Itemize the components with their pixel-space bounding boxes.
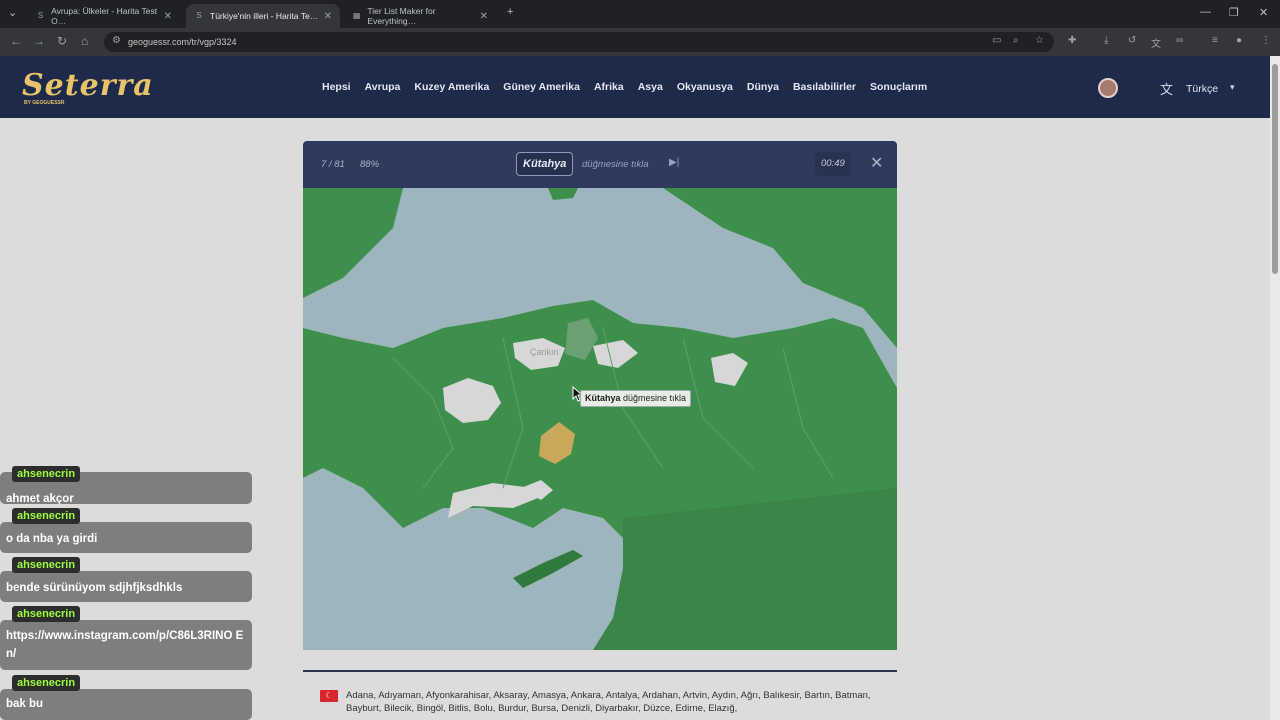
score-percent: 88% — [360, 159, 380, 170]
home-icon[interactable]: ⌂ — [81, 34, 88, 48]
tooltip-text: düğmesine tıkla — [623, 393, 687, 403]
menu-item-okyanusya[interactable]: Okyanusya — [677, 81, 733, 93]
user-avatar[interactable] — [1098, 78, 1118, 98]
seterra-logo[interactable]: Seterra — [22, 68, 154, 103]
chat-text: bende sürünüyom sdjhfjksdhkls — [6, 582, 183, 594]
chat-username: ahsenecrin — [12, 675, 81, 691]
extensions-icon[interactable]: ✚ — [1068, 35, 1076, 46]
tab-tierlist[interactable]: ▦ Tier List Maker for Everything… ✕ — [344, 4, 496, 28]
history-icon[interactable]: ↺ — [1128, 35, 1136, 46]
close-icon[interactable]: ✕ — [164, 11, 172, 22]
back-icon[interactable]: ← — [10, 34, 22, 48]
cast-icon[interactable]: ▭ — [992, 35, 1001, 46]
menu-item-hepsi[interactable]: Hepsi — [322, 81, 351, 93]
seterra-favicon-icon: S — [37, 11, 44, 20]
new-tab-icon[interactable]: + — [507, 6, 513, 18]
menu-item-dunya[interactable]: Dünya — [747, 81, 779, 93]
address-bar[interactable]: geoguessr.com/tr/vgp/3324 — [104, 32, 1054, 52]
chat-message: ahsenecrin ahmet akçor — [0, 466, 252, 505]
close-icon[interactable]: ✕ — [480, 11, 488, 22]
browser-tab-bar: ⌄ S Avrupa: Ülkeler - Harita Test O… ✕ S… — [0, 0, 1280, 28]
chat-text[interactable]: https://www.instagram.com/p/C86L3RINO En… — [6, 627, 248, 663]
target-province-badge: Kütahya — [516, 152, 574, 176]
turkey-map[interactable] — [303, 188, 897, 650]
chat-message: ahsenecrin o da nba ya girdi — [0, 508, 252, 553]
tab-title: Avrupa: Ülkeler - Harita Test O… — [51, 6, 158, 26]
chat-username: ahsenecrin — [12, 557, 81, 573]
crimea-tip — [548, 188, 578, 200]
chat-message: ahsenecrin bak bu — [0, 675, 252, 720]
menu-item-sonuclarim[interactable]: Sonuçlarım — [870, 81, 927, 93]
url-text: geoguessr.com/tr/vgp/3324 — [128, 37, 237, 47]
forward-icon[interactable]: → — [33, 34, 45, 48]
site-header: Seterra BY GEOGUESSR Hepsi Avrupa Kuzey … — [0, 56, 1280, 118]
chat-message: ahsenecrin bende sürünüyom sdjhfjksdhkls — [0, 557, 252, 602]
chat-text: o da nba ya girdi — [6, 533, 98, 545]
more-menu-icon[interactable]: ⋮ — [1261, 35, 1271, 46]
tab-title: Türkiye'nin illeri - Harita Te… — [210, 11, 319, 21]
seterra-favicon-icon: S — [196, 11, 202, 20]
main-menu: Hepsi Avrupa Kuzey Amerika Güney Amerika… — [322, 81, 927, 93]
site-info-icon[interactable]: ⚙ — [112, 35, 121, 46]
chat-username: ahsenecrin — [12, 466, 81, 482]
menu-item-asya[interactable]: Asya — [638, 81, 663, 93]
cyprus — [513, 550, 583, 588]
downloads-icon[interactable]: ⤓ — [1104, 35, 1108, 46]
chat-username: ahsenecrin — [12, 508, 81, 524]
chat-username: ahsenecrin — [12, 606, 81, 622]
logo-subtitle: BY GEOGUESSR — [24, 100, 65, 106]
chevron-down-icon[interactable]: ▾ — [1230, 82, 1235, 93]
menu-item-afrika[interactable]: Afrika — [594, 81, 624, 93]
window-close-icon[interactable]: ✕ — [1259, 6, 1268, 19]
chat-text: bak bu — [6, 698, 44, 710]
media-icon[interactable]: ≡ — [1212, 35, 1218, 46]
divider — [303, 670, 897, 672]
tooltip-target: Kütahya — [585, 393, 621, 403]
chat-text: ahmet akçor — [6, 493, 74, 505]
menu-item-guney-amerika[interactable]: Güney Amerika — [503, 81, 580, 93]
instruction-text: düğmesine tıkla — [582, 159, 649, 170]
minimize-icon[interactable]: — — [1200, 6, 1211, 18]
tierlist-favicon-icon: ▦ — [352, 11, 361, 20]
tab-turkiye[interactable]: S Türkiye'nin illeri - Harita Te… ✕ — [186, 4, 340, 28]
profile-icon[interactable]: ● — [1236, 35, 1242, 46]
northwest-land — [303, 188, 403, 298]
zoom-icon[interactable]: ⌕ — [1013, 35, 1019, 46]
menu-item-basilabilirler[interactable]: Basılabilirler — [793, 81, 856, 93]
menu-item-kuzey-amerika[interactable]: Kuzey Amerika — [414, 81, 489, 93]
chat-message: ahsenecrin https://www.instagram.com/p/C… — [0, 606, 252, 670]
language-icon[interactable]: 文 — [1160, 79, 1173, 98]
bookmark-star-icon[interactable]: ☆ — [1035, 35, 1044, 46]
scrollbar-thumb[interactable] — [1272, 64, 1278, 274]
translate-icon[interactable]: 文 — [1151, 35, 1161, 50]
game-toolbar: 7 / 81 88% Kütahya düğmesine tıkla ▶| 00… — [303, 141, 897, 188]
skip-icon[interactable]: ▶| — [669, 157, 679, 168]
maximize-icon[interactable]: ❐ — [1229, 6, 1239, 19]
map-svg[interactable] — [303, 188, 897, 650]
map-label-cankiri: Çankırı — [530, 347, 560, 357]
menu-item-avrupa[interactable]: Avrupa — [365, 81, 401, 93]
close-icon[interactable]: ✕ — [324, 11, 332, 22]
map-tooltip: Kütahya düğmesine tıkla — [580, 390, 692, 407]
browser-toolbar: ← → ↻ ⌂ geoguessr.com/tr/vgp/3324 ⚙ ▭ ⌕ … — [0, 28, 1280, 56]
scrollbar[interactable] — [1270, 56, 1280, 720]
tab-search-icon[interactable]: ⌄ — [8, 6, 17, 19]
province-list: Adana, Adıyaman, Afyonkarahisar, Aksaray… — [346, 690, 871, 714]
reload-icon[interactable]: ↻ — [57, 34, 67, 48]
turkey-flag-icon: ☾ — [320, 690, 338, 702]
link-icon[interactable]: ∞ — [1176, 35, 1183, 46]
tab-title: Tier List Maker for Everything… — [367, 6, 436, 26]
northeast-land — [663, 188, 897, 348]
tab-avrupa[interactable]: S Avrupa: Ülkeler - Harita Test O… ✕ — [28, 4, 180, 28]
question-counter: 7 / 81 — [321, 159, 345, 170]
timer: 00:49 — [815, 152, 851, 176]
close-game-icon[interactable]: ✕ — [870, 153, 883, 173]
language-selector[interactable]: Türkçe — [1186, 83, 1218, 95]
